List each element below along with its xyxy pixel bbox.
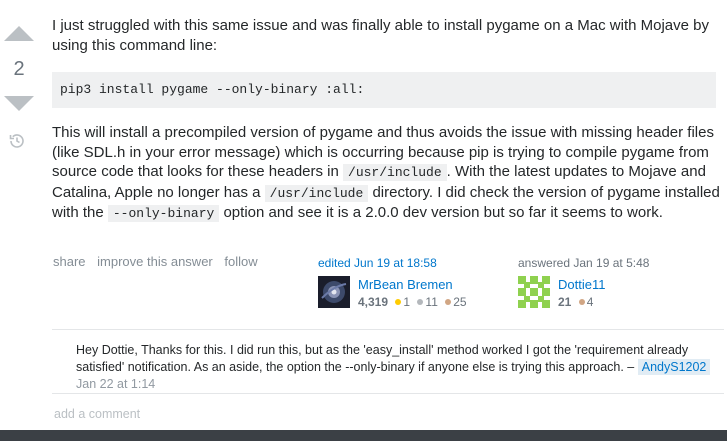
comment-body: Hey Dottie, Thanks for this. I did run t… [76,343,689,374]
upvote-arrow-icon[interactable] [4,26,34,41]
post-menu: share improve this answer follow [53,254,266,269]
gold-badge-count: 1 [403,295,411,309]
inline-code: /usr/include [343,164,447,181]
bronze-badge-icon [445,299,452,306]
avatar[interactable] [318,276,350,308]
follow-link[interactable]: follow [224,254,257,269]
inline-code: --only-binary [107,205,220,222]
text-span: option and see it is a 2.0.0 dev version… [219,204,663,221]
answer-paragraph: I just struggled with this same issue an… [52,17,709,54]
bronze-badge-count: 4 [586,295,594,309]
author-signature: answered Jan 19 at 5:48 Dottie11 21 4 [518,256,718,309]
answered-timestamp: answered Jan 19 at 5:48 [518,256,650,270]
code-block: pip3 install pygame --only-binary :all: [52,72,716,108]
comment-user-link[interactable]: AndyS1202 [637,359,711,375]
editor-name-link[interactable]: MrBean Bremen [358,277,453,292]
avatar[interactable] [518,276,550,308]
answer-paragraph: This will install a precompiled version … [52,123,720,224]
comment: Hey Dottie, Thanks for this. I did run t… [76,342,716,393]
vote-count: 2 [13,58,25,80]
editor-signature: edited Jun 19 at 18:58 MrBean Bremen 4,3… [318,256,498,309]
editor-reputation: 4,319 1 11 25 [358,295,467,309]
author-reputation: 21 4 [558,295,593,309]
comments-section: Hey Dottie, Thanks for this. I did run t… [52,329,724,394]
bronze-badge-icon [578,299,585,306]
share-link[interactable]: share [53,254,86,269]
improve-answer-link[interactable]: improve this answer [97,254,213,269]
add-comment-link[interactable]: add a comment [54,407,140,421]
footer-bar [0,430,727,441]
comment-date[interactable]: Jan 22 at 1:14 [76,377,155,391]
downvote-arrow-icon[interactable] [4,96,34,111]
edited-timestamp-link[interactable]: edited Jun 19 at 18:58 [318,256,437,270]
silver-badge-count: 11 [425,295,438,309]
reputation-score: 4,319 [358,295,389,309]
author-name-link[interactable]: Dottie11 [558,277,605,292]
reputation-score: 21 [558,295,572,309]
gold-badge-icon [395,299,402,306]
bronze-badge-count: 25 [453,295,467,309]
silver-badge-icon [417,299,424,306]
history-icon[interactable] [8,132,26,150]
inline-code: /usr/include [264,184,369,202]
